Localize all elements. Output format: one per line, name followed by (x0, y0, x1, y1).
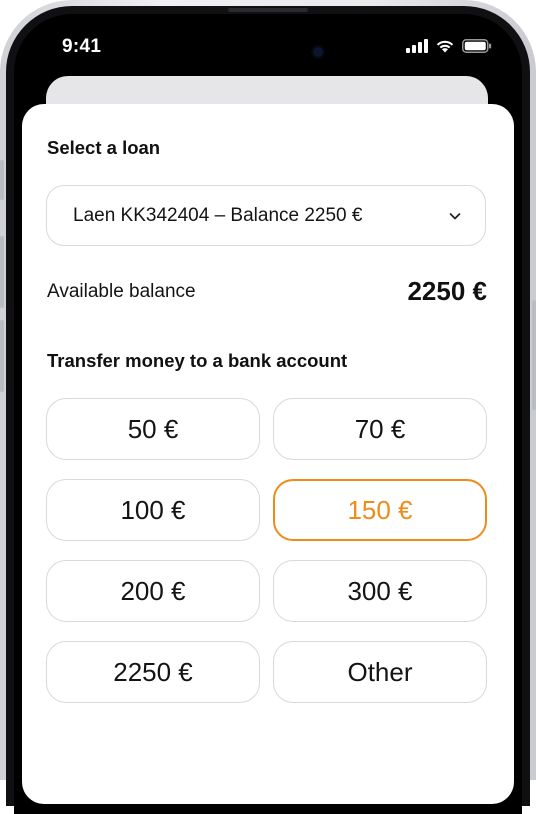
amount-option-150[interactable]: 150 € (273, 479, 487, 541)
amount-option-200[interactable]: 200 € (46, 560, 260, 622)
amount-option-50[interactable]: 50 € (46, 398, 260, 460)
amount-option-100[interactable]: 100 € (46, 479, 260, 541)
available-balance-label: Available balance (47, 281, 196, 302)
status-time: 9:41 (62, 36, 102, 57)
chevron-down-icon (449, 212, 461, 219)
speaker-slot (228, 8, 308, 12)
amount-option-2250[interactable]: 2250 € (46, 641, 260, 703)
phone-side-button (0, 236, 4, 308)
front-camera (313, 47, 323, 57)
amount-option-300[interactable]: 300 € (273, 560, 487, 622)
loan-select-value: Laen KK342404 – Balance 2250 € (73, 204, 363, 226)
battery-icon (462, 38, 492, 53)
status-icons (406, 38, 492, 53)
amount-options-grid: 50 € 70 € 100 € 150 € 200 € 300 € 2250 €… (46, 398, 487, 703)
transfer-section-title: Transfer money to a bank account (47, 350, 348, 371)
loan-select-dropdown[interactable]: Laen KK342404 – Balance 2250 € (46, 185, 486, 246)
select-loan-title: Select a loan (47, 137, 161, 158)
phone-side-button (0, 160, 4, 200)
cellular-signal-icon (406, 38, 428, 53)
phone-side-button (0, 320, 4, 392)
amount-option-other[interactable]: Other (273, 641, 487, 703)
phone-side-button (532, 300, 536, 410)
amount-option-70[interactable]: 70 € (273, 398, 487, 460)
available-balance-value: 2250 € (407, 276, 487, 306)
wifi-icon (436, 40, 454, 53)
